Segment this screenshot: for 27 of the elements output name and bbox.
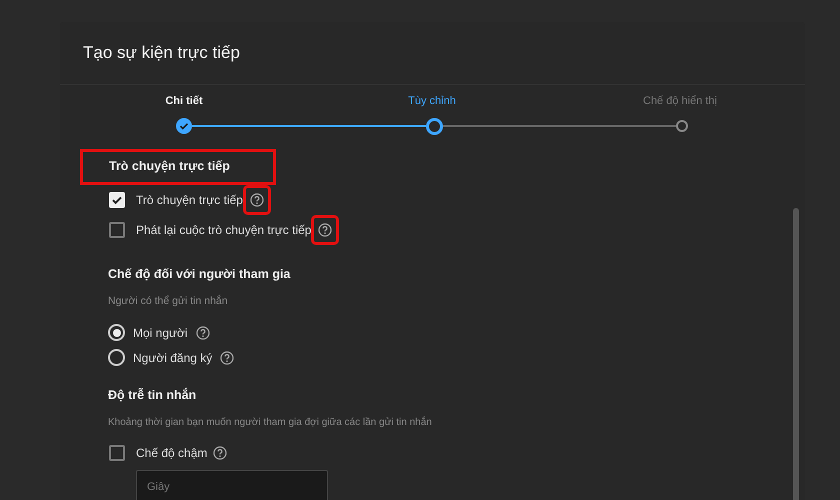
section-heading: Độ trễ tin nhắn xyxy=(108,386,198,404)
help-icon[interactable] xyxy=(196,326,210,340)
seconds-field[interactable]: Giây xyxy=(136,470,328,500)
help-icon[interactable] xyxy=(220,350,234,364)
radio-label: Mọi người xyxy=(133,324,188,342)
checkmark-icon xyxy=(111,194,123,206)
help-icon[interactable] xyxy=(250,192,264,206)
step-tab[interactable]: Chi tiết xyxy=(165,93,203,110)
step-tab[interactable]: Chế độ hiển thị xyxy=(643,93,717,110)
checkbox-label: Phát lại cuộc trò chuyện trực tiếp xyxy=(136,222,312,238)
section-description: Khoảng thời gian bạn muốn người tham gia đợi giữa các lần gửi tin nhắn xyxy=(108,415,433,430)
dialog-title: Tạo sự kiện trực tiếp xyxy=(83,42,240,64)
checkbox-label: Chế độ chậm xyxy=(136,444,208,462)
checkbox-label: Trò chuyện trực tiếp xyxy=(136,192,243,208)
checkbox[interactable] xyxy=(109,192,125,208)
checkbox[interactable] xyxy=(109,222,125,238)
radio-button[interactable] xyxy=(108,324,125,341)
checkbox[interactable] xyxy=(109,444,125,461)
radio-label: Người đăng ký xyxy=(133,350,212,366)
help-icon[interactable] xyxy=(213,446,228,460)
scrollbar[interactable] xyxy=(793,208,799,500)
help-icon[interactable] xyxy=(318,222,332,236)
section-heading: Chế độ đối với người tham gia xyxy=(108,266,292,283)
section-heading: Trò chuyện trực tiếp xyxy=(109,158,230,176)
step-tab[interactable]: Tùy chỉnh xyxy=(408,93,456,110)
section-description: Người có thể gửi tin nhắn xyxy=(108,294,229,310)
radio-button[interactable] xyxy=(108,349,125,366)
